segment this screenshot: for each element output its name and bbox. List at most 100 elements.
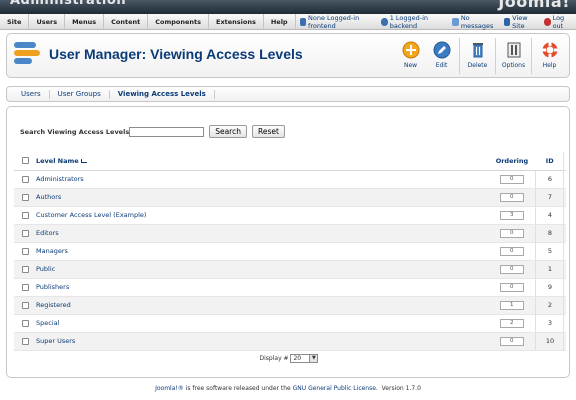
delete-button[interactable]: Delete (462, 38, 493, 74)
gpl-link[interactable]: GNU General Public License. (293, 385, 378, 392)
edit-button[interactable]: Edit (426, 38, 457, 74)
help-button[interactable]: Help (534, 38, 565, 74)
options-button[interactable]: Options (498, 38, 529, 74)
display-limit-select[interactable]: 20 ▼ (290, 354, 319, 363)
table-row: Customer Access Level (Example) 3 4 (14, 206, 566, 225)
table-body: Administrators 0 6 Authors 0 7 Customer Access… (14, 170, 566, 351)
app-title: Administration (10, 0, 127, 8)
status-frontend: None Logged-in frontend (296, 14, 378, 30)
id-cell: 4 (535, 206, 564, 225)
level-name-link[interactable]: Publishers (36, 283, 69, 291)
joomla-link[interactable]: Joomla!® (155, 385, 184, 392)
logout-link[interactable]: Log out (540, 14, 576, 30)
status-messages[interactable]: No messages (448, 14, 499, 30)
trash-icon (469, 41, 487, 59)
row-checkbox[interactable] (21, 283, 29, 291)
id-cell: 1 (535, 260, 564, 279)
monitor-icon (503, 17, 511, 26)
ordering-input[interactable]: 0 (499, 175, 524, 184)
menu-site[interactable]: Site (0, 13, 30, 30)
ordering-input[interactable]: 0 (499, 247, 524, 256)
search-label: Search Viewing Access Levels (20, 127, 130, 136)
ordering-input[interactable]: 0 (499, 337, 524, 346)
level-name-cell: Registered (36, 296, 488, 315)
ordering-input[interactable]: 2 (499, 319, 524, 328)
toolbar-separator (459, 38, 460, 74)
row-filler (563, 170, 566, 189)
menu-components[interactable]: Components (148, 13, 209, 30)
row-filler (563, 242, 566, 261)
row-checkbox-cell (14, 332, 36, 351)
access-levels-icon (14, 42, 40, 66)
view-site-link[interactable]: View Site (500, 14, 540, 30)
column-level-name[interactable]: Level Name (36, 152, 488, 171)
row-checkbox-cell (14, 242, 36, 261)
column-id[interactable]: ID (535, 152, 564, 171)
ordering-input[interactable]: 0 (499, 193, 524, 202)
level-name-link[interactable]: Public (36, 265, 55, 273)
table-row: Public 0 1 (14, 260, 566, 279)
reset-button[interactable]: Reset (251, 125, 285, 138)
menu-help[interactable]: Help (264, 13, 296, 30)
level-name-link[interactable]: Administrators (36, 175, 84, 183)
help-lifebuoy-icon (541, 41, 559, 59)
row-filler (563, 260, 566, 279)
sort-asc-icon (80, 158, 87, 163)
ordering-cell: 0 (487, 242, 536, 261)
display-label: Display # (259, 355, 289, 362)
ordering-cell: 0 (487, 278, 536, 297)
menu-content[interactable]: Content (104, 13, 149, 30)
tab-users[interactable]: Users (13, 89, 50, 99)
row-checkbox[interactable] (21, 175, 29, 183)
user-icon (381, 17, 388, 26)
row-checkbox[interactable] (21, 319, 29, 327)
menu-users[interactable]: Users (29, 13, 66, 30)
id-cell: 6 (535, 170, 564, 189)
pagination: Display # 20 ▼ (7, 354, 571, 363)
row-filler (563, 206, 566, 225)
toolbar: New Edit Delete Options Help (395, 38, 565, 74)
level-name-link[interactable]: Editors (36, 229, 59, 237)
ordering-input[interactable]: 0 (499, 265, 524, 274)
ordering-cell: 0 (487, 188, 536, 207)
header-filler (563, 152, 566, 171)
table-row: Administrators 0 6 (14, 170, 566, 189)
row-filler (563, 278, 566, 297)
select-all-cell (14, 152, 36, 171)
select-all-checkbox[interactable] (21, 157, 29, 165)
level-name-link[interactable]: Authors (36, 193, 61, 201)
submenu: Users User Groups Viewing Access Levels (6, 86, 570, 102)
row-checkbox[interactable] (21, 247, 29, 255)
row-checkbox[interactable] (21, 265, 29, 273)
tab-user-groups[interactable]: User Groups (50, 89, 110, 99)
level-name-cell: Super Users (36, 332, 488, 351)
ordering-cell: 1 (487, 296, 536, 315)
menu-menus[interactable]: Menus (65, 13, 105, 30)
row-checkbox[interactable] (21, 337, 29, 345)
table-row: Managers 0 5 (14, 242, 566, 261)
column-ordering[interactable]: Ordering (487, 152, 536, 171)
ordering-input[interactable]: 1 (499, 301, 524, 310)
tab-viewing-access-levels[interactable]: Viewing Access Levels (110, 89, 215, 99)
level-name-link[interactable]: Super Users (36, 337, 75, 345)
row-checkbox[interactable] (21, 229, 29, 237)
page-title: User Manager: Viewing Access Levels (49, 46, 303, 62)
ordering-cell: 0 (487, 170, 536, 189)
level-name-link[interactable]: Managers (36, 247, 68, 255)
toolbar-panel: User Manager: Viewing Access Levels New … (6, 33, 570, 78)
ordering-input[interactable]: 0 (499, 229, 524, 238)
new-button[interactable]: New (395, 38, 426, 74)
row-checkbox[interactable] (21, 193, 29, 201)
id-cell: 8 (535, 224, 564, 243)
search-input[interactable] (129, 126, 205, 137)
row-checkbox[interactable] (21, 211, 29, 219)
toolbar-separator (495, 38, 496, 74)
menu-extensions[interactable]: Extensions (209, 13, 264, 30)
level-name-link[interactable]: Customer Access Level (Example) (36, 211, 146, 219)
row-checkbox[interactable] (21, 301, 29, 309)
ordering-input[interactable]: 3 (499, 211, 524, 220)
level-name-link[interactable]: Registered (36, 301, 71, 309)
search-button[interactable]: Search (209, 125, 247, 138)
level-name-link[interactable]: Special (36, 319, 59, 327)
ordering-input[interactable]: 0 (499, 283, 524, 292)
